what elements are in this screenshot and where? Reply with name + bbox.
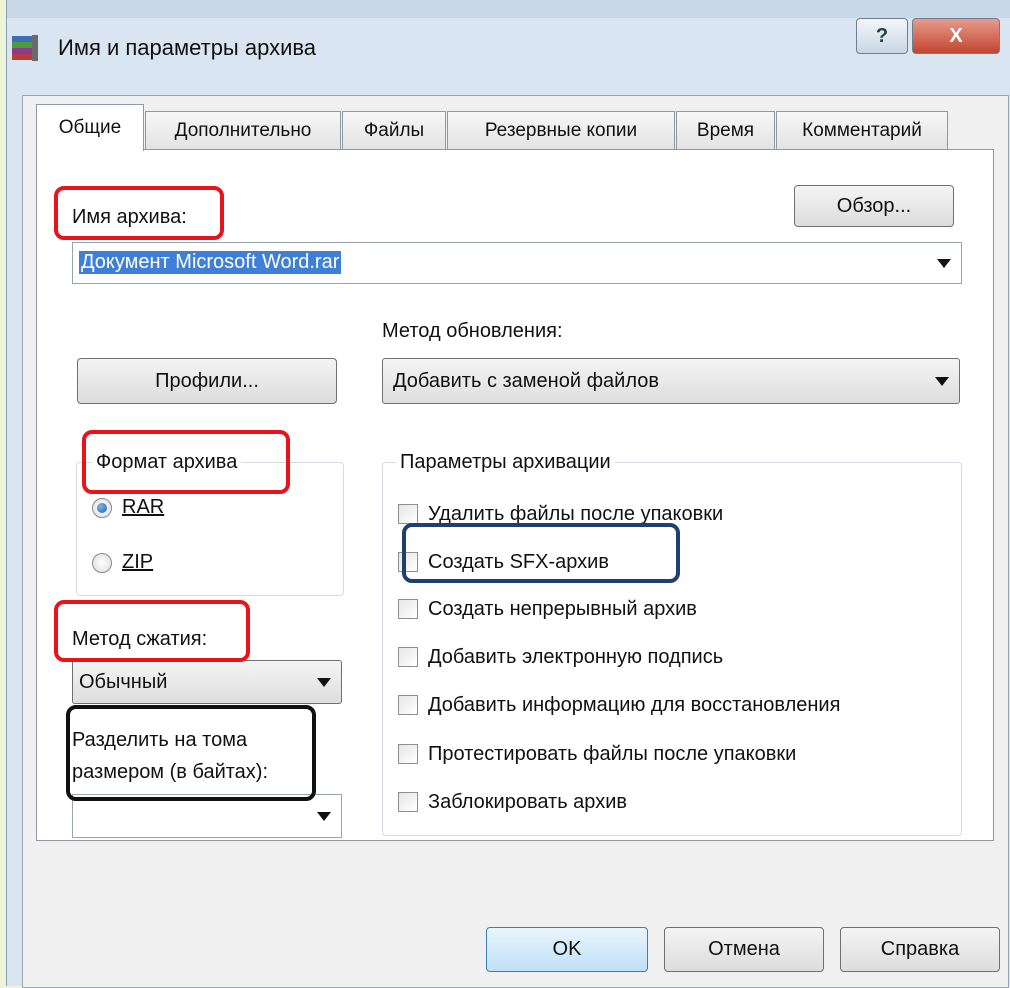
checkbox[interactable] bbox=[398, 792, 418, 812]
option-test-files-label: Протестировать файлы после упаковки bbox=[428, 742, 797, 765]
radio-rar[interactable]: RAR bbox=[92, 496, 164, 519]
checkbox[interactable] bbox=[398, 647, 418, 667]
ok-button[interactable]: OK bbox=[486, 927, 648, 972]
close-button[interactable]: X bbox=[912, 18, 1000, 54]
compression-method-select[interactable]: Обычный bbox=[72, 660, 342, 704]
radio-zip-label: ZIP bbox=[122, 551, 154, 573]
help-title-button[interactable]: ? bbox=[856, 18, 908, 54]
option-digital-signature[interactable]: Добавить электронную подпись bbox=[398, 640, 723, 674]
archiving-options-label: Параметры архивации bbox=[396, 451, 615, 474]
checkbox[interactable] bbox=[398, 695, 418, 715]
tab-comment[interactable]: Комментарий bbox=[776, 111, 948, 149]
option-recovery-record-label: Добавить информацию для восстановления bbox=[428, 693, 841, 716]
option-solid-archive-label: Создать непрерывный архив bbox=[428, 597, 697, 620]
chevron-down-icon[interactable] bbox=[317, 678, 331, 687]
option-test-files[interactable]: Протестировать файлы после упаковки bbox=[398, 737, 796, 771]
tab-time[interactable]: Время bbox=[676, 111, 775, 149]
archive-name-combobox[interactable]: Документ Microsoft Word.rar bbox=[72, 242, 962, 284]
dialog-title: Имя и параметры архива bbox=[58, 35, 317, 60]
update-method-select[interactable]: Добавить с заменой файлов bbox=[382, 358, 960, 404]
radio-button[interactable] bbox=[92, 552, 112, 573]
archive-name-value[interactable]: Документ Microsoft Word.rar bbox=[79, 251, 342, 274]
highlight-split-volumes bbox=[66, 705, 316, 801]
chevron-down-icon[interactable] bbox=[937, 259, 951, 268]
option-digital-signature-label: Добавить электронную подпись bbox=[428, 645, 724, 668]
radio-rar-label: RAR bbox=[122, 496, 165, 518]
help-button[interactable]: Справка bbox=[840, 927, 1000, 972]
option-solid-archive[interactable]: Создать непрерывный архив bbox=[398, 592, 697, 626]
tab-backup[interactable]: Резервные копии bbox=[447, 111, 675, 149]
tab-files[interactable]: Файлы bbox=[342, 111, 446, 149]
option-lock-archive-label: Заблокировать архив bbox=[428, 790, 627, 813]
tab-general[interactable]: Общие bbox=[36, 104, 144, 151]
update-method-value: Добавить с заменой файлов bbox=[393, 370, 659, 392]
radio-button-selected[interactable] bbox=[92, 497, 112, 518]
profiles-button[interactable]: Профили... bbox=[77, 358, 337, 404]
radio-zip[interactable]: ZIP bbox=[92, 551, 153, 574]
browse-button[interactable]: Обзор... bbox=[794, 185, 954, 227]
highlight-compression-method bbox=[54, 600, 250, 662]
checkbox[interactable] bbox=[398, 599, 418, 619]
highlight-archive-name bbox=[54, 186, 224, 240]
option-recovery-record[interactable]: Добавить информацию для восстановления bbox=[398, 688, 840, 722]
cancel-button[interactable]: Отмена bbox=[664, 927, 824, 972]
option-lock-archive[interactable]: Заблокировать архив bbox=[398, 785, 627, 819]
winrar-archive-icon bbox=[12, 35, 38, 61]
checkbox[interactable] bbox=[398, 744, 418, 764]
compression-method-value: Обычный bbox=[79, 671, 168, 693]
checkbox[interactable] bbox=[398, 504, 418, 524]
chevron-down-icon[interactable] bbox=[935, 377, 949, 386]
title-bar-strip bbox=[7, 0, 1010, 18]
highlight-archive-format bbox=[82, 430, 290, 494]
chevron-down-icon[interactable] bbox=[317, 812, 331, 821]
update-method-label: Метод обновления: bbox=[382, 320, 563, 342]
highlight-create-sfx bbox=[402, 523, 680, 583]
tab-advanced[interactable]: Дополнительно bbox=[145, 111, 341, 149]
